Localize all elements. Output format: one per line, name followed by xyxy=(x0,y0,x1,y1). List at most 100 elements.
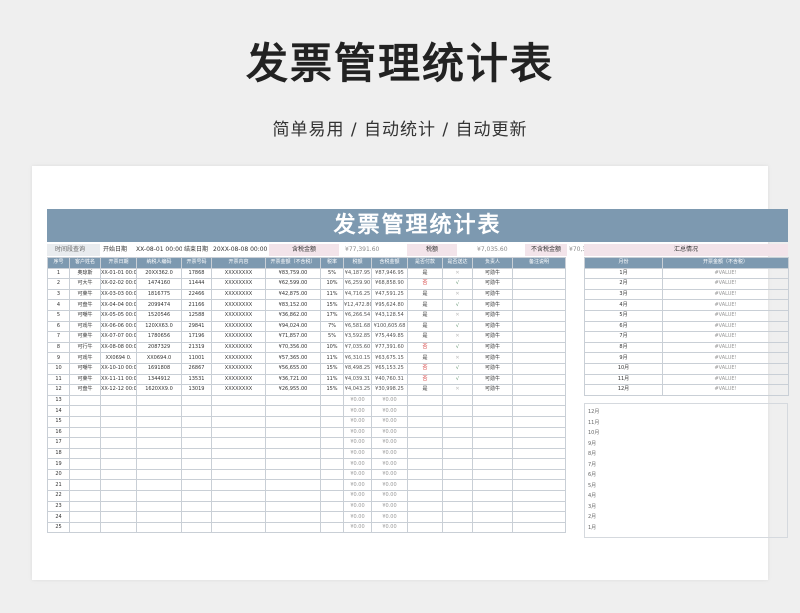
table-cell[interactable]: ¥30,998.25 xyxy=(371,384,408,396)
table-cell[interactable]: √ xyxy=(442,362,473,375)
table-cell[interactable] xyxy=(181,490,212,502)
table-cell[interactable]: 13 xyxy=(47,394,70,407)
table-cell[interactable]: ¥83,152.00 xyxy=(265,299,321,311)
table-cell[interactable] xyxy=(211,511,266,523)
table-cell[interactable]: ✕ xyxy=(442,384,473,396)
table-cell[interactable]: 可盘牛 xyxy=(69,384,101,396)
table-cell[interactable] xyxy=(442,405,473,417)
table-cell[interactable]: 7% xyxy=(320,320,344,333)
table-cell[interactable] xyxy=(100,405,137,417)
table-cell[interactable]: 可莱牛 xyxy=(69,373,101,386)
table-cell[interactable]: ¥42,875.00 xyxy=(265,288,321,301)
table-cell[interactable] xyxy=(136,511,182,523)
table-cell[interactable] xyxy=(181,405,212,417)
table-cell[interactable] xyxy=(211,426,266,439)
table-cell[interactable]: 是 xyxy=(407,267,443,280)
table-cell[interactable] xyxy=(512,384,566,396)
table-cell[interactable] xyxy=(407,479,443,492)
table-cell[interactable] xyxy=(69,415,101,428)
table-cell[interactable]: ¥0.00 xyxy=(371,521,408,534)
table-cell[interactable]: ¥0.00 xyxy=(371,479,408,492)
table-cell[interactable] xyxy=(265,415,321,428)
table-cell[interactable] xyxy=(100,426,137,439)
table-cell[interactable]: XX0694 0. xyxy=(100,352,137,364)
table-cell[interactable] xyxy=(512,479,566,492)
table-cell[interactable]: ¥0.00 xyxy=(343,447,372,460)
table-cell[interactable] xyxy=(442,468,473,481)
table-cell[interactable]: 5% xyxy=(320,331,344,343)
table-cell[interactable] xyxy=(512,373,566,386)
table-cell[interactable]: 120XX63.0 xyxy=(136,320,182,333)
table-cell[interactable] xyxy=(442,447,473,460)
table-cell[interactable] xyxy=(512,468,566,481)
column-header[interactable]: 开票日期 xyxy=(100,257,137,269)
column-header[interactable]: 客户姓名 xyxy=(69,257,101,269)
table-cell[interactable] xyxy=(472,479,513,492)
table-cell[interactable] xyxy=(472,521,513,534)
table-cell[interactable] xyxy=(136,468,182,481)
table-cell[interactable]: XXXXXXXX xyxy=(211,362,266,375)
table-cell[interactable] xyxy=(211,490,266,502)
table-cell[interactable] xyxy=(211,415,266,428)
table-cell[interactable] xyxy=(320,468,344,481)
table-cell[interactable]: √ xyxy=(442,278,473,290)
table-cell[interactable]: 否 xyxy=(407,362,443,375)
table-cell[interactable]: ¥87,946.95 xyxy=(371,267,408,280)
table-cell[interactable] xyxy=(69,458,101,470)
table-cell[interactable] xyxy=(100,521,137,534)
table-cell[interactable] xyxy=(100,511,137,523)
table-cell[interactable]: 可勋牛 xyxy=(472,331,513,343)
table-cell[interactable]: 11% xyxy=(320,352,344,364)
table-cell[interactable]: XX-05-05 00:00: xyxy=(100,309,137,322)
table-cell[interactable] xyxy=(69,479,101,492)
table-cell[interactable]: 可勋牛 xyxy=(472,362,513,375)
table-cell[interactable] xyxy=(407,437,443,449)
table-cell[interactable]: XXXXXXXX xyxy=(211,278,266,290)
table-cell[interactable]: 25 xyxy=(47,521,70,534)
table-cell[interactable] xyxy=(407,426,443,439)
table-cell[interactable]: XXXXXXXX xyxy=(211,384,266,396)
table-cell[interactable] xyxy=(211,437,266,449)
table-cell[interactable] xyxy=(407,394,443,407)
table-cell[interactable] xyxy=(472,394,513,407)
table-cell[interactable]: 21166 xyxy=(181,299,212,311)
table-cell[interactable]: ¥6,310.15 xyxy=(343,352,372,364)
table-cell[interactable]: 26867 xyxy=(181,362,212,375)
table-cell[interactable] xyxy=(320,479,344,492)
table-cell[interactable] xyxy=(320,426,344,439)
table-cell[interactable] xyxy=(69,500,101,513)
table-cell[interactable] xyxy=(136,426,182,439)
table-cell[interactable] xyxy=(442,500,473,513)
table-cell[interactable]: ¥75,449.85 xyxy=(371,331,408,343)
table-cell[interactable]: XXXXXXXX xyxy=(211,373,266,386)
table-cell[interactable] xyxy=(512,415,566,428)
table-cell[interactable]: ¥100,605.68 xyxy=(371,320,408,333)
table-cell[interactable] xyxy=(407,415,443,428)
table-cell[interactable]: 20 xyxy=(47,468,70,481)
table-cell[interactable] xyxy=(512,405,566,417)
table-cell[interactable] xyxy=(512,447,566,460)
table-cell[interactable] xyxy=(211,447,266,460)
table-cell[interactable]: 17% xyxy=(320,309,344,322)
table-cell[interactable]: 15% xyxy=(320,384,344,396)
table-cell[interactable] xyxy=(100,500,137,513)
table-cell[interactable] xyxy=(69,521,101,534)
table-cell[interactable] xyxy=(211,479,266,492)
table-cell[interactable]: ¥63,675.15 xyxy=(371,352,408,364)
table-cell[interactable]: XXXXXXXX xyxy=(211,309,266,322)
table-cell[interactable] xyxy=(69,490,101,502)
table-cell[interactable]: ¥0.00 xyxy=(371,437,408,449)
table-cell[interactable] xyxy=(407,447,443,460)
table-cell[interactable]: XX-04-04 00:00: xyxy=(100,299,137,311)
table-cell[interactable]: 可勋牛 xyxy=(472,267,513,280)
table-cell[interactable]: 18 xyxy=(47,447,70,460)
table-cell[interactable]: XX-02-02 00:00: xyxy=(100,278,137,290)
table-cell[interactable]: 12588 xyxy=(181,309,212,322)
table-cell[interactable] xyxy=(472,511,513,523)
table-cell[interactable] xyxy=(407,511,443,523)
table-cell[interactable] xyxy=(265,437,321,449)
table-cell[interactable] xyxy=(472,437,513,449)
table-cell[interactable]: ¥0.00 xyxy=(343,521,372,534)
table-cell[interactable] xyxy=(512,394,566,407)
table-cell[interactable]: 22466 xyxy=(181,288,212,301)
